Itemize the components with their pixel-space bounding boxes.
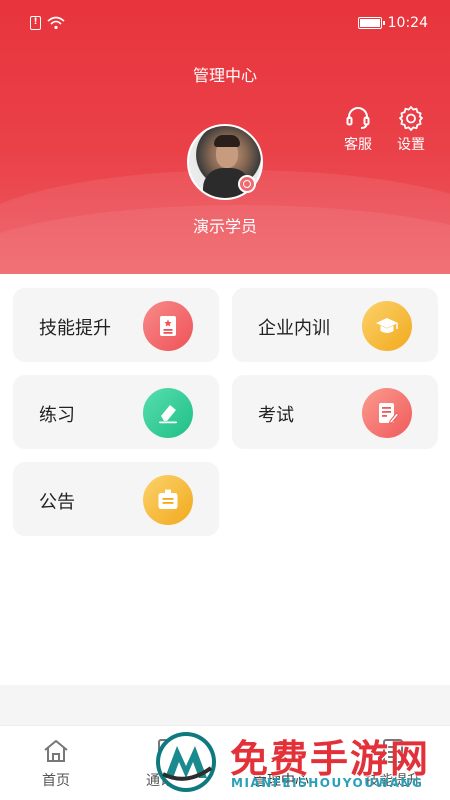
settings-button[interactable]: 设置 bbox=[391, 105, 431, 154]
customer-service-label: 客服 bbox=[344, 137, 372, 153]
nav-item-home[interactable]: 首页 bbox=[11, 736, 101, 790]
gear-icon bbox=[399, 106, 423, 131]
menu-card-corporate-training[interactable]: 企业内训 bbox=[232, 288, 438, 362]
eraser-icon bbox=[143, 388, 193, 438]
menu-card-label: 练习 bbox=[39, 405, 75, 426]
status-right: 10:24 bbox=[357, 15, 428, 31]
edit-doc-icon bbox=[362, 388, 412, 438]
wifi-icon bbox=[47, 16, 65, 30]
nav-label: 首页 bbox=[42, 773, 70, 789]
battery-icon bbox=[357, 17, 385, 29]
menu-card-skill-upgrade[interactable]: 技能提升 bbox=[13, 288, 219, 362]
notice-board-icon bbox=[143, 475, 193, 525]
settings-label: 设置 bbox=[397, 137, 425, 153]
status-left: ! bbox=[30, 16, 65, 30]
home-icon bbox=[44, 740, 68, 762]
badge-icon bbox=[143, 301, 193, 351]
customer-service-button[interactable]: 客服 bbox=[338, 105, 378, 154]
menu-card-label: 企业内训 bbox=[258, 318, 330, 339]
watermark-logo-icon bbox=[156, 732, 216, 792]
watermark-title: 免费手游网 bbox=[230, 737, 431, 781]
sim-alert-icon: ! bbox=[30, 16, 41, 30]
menu-card-label: 技能提升 bbox=[39, 318, 111, 339]
menu-card-exam[interactable]: 考试 bbox=[232, 375, 438, 449]
content-footer-band bbox=[0, 685, 450, 725]
status-bar: ! 10:24 bbox=[0, 0, 450, 52]
avatar-edit-badge-icon[interactable] bbox=[238, 175, 256, 193]
page-title: 管理中心 bbox=[192, 66, 257, 85]
menu-card-announcement[interactable]: 公告 bbox=[13, 462, 219, 536]
avatar-hair bbox=[214, 135, 240, 147]
graduation-cap-icon bbox=[362, 301, 412, 351]
menu-card-label: 公告 bbox=[39, 492, 75, 513]
menu-card-practice[interactable]: 练习 bbox=[13, 375, 219, 449]
status-time: 10:24 bbox=[387, 15, 428, 31]
watermark-subtitle: MIANFEISHOUYOUWANG bbox=[231, 776, 424, 790]
menu-card-label: 考试 bbox=[258, 405, 294, 426]
username: 演示学员 bbox=[192, 217, 257, 236]
headset-icon bbox=[346, 107, 370, 129]
